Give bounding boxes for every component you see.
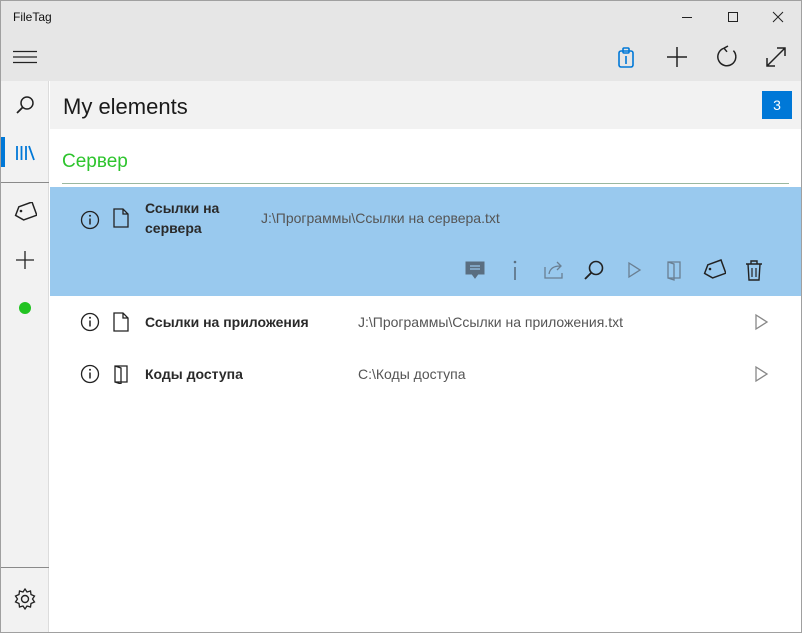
clipboard-button[interactable] bbox=[602, 33, 650, 81]
details-button[interactable] bbox=[502, 257, 528, 283]
info-icon[interactable] bbox=[80, 210, 100, 230]
search-icon bbox=[16, 96, 34, 114]
group-title: Сервер bbox=[62, 151, 128, 172]
menu-button[interactable] bbox=[1, 33, 49, 81]
refresh-button[interactable] bbox=[703, 33, 751, 81]
search-icon bbox=[584, 260, 604, 280]
top-toolbar bbox=[1, 33, 801, 81]
info-icon[interactable] bbox=[80, 312, 100, 332]
app-window: FileTag My elements 3 Сервер Ссылки на с… bbox=[0, 0, 802, 633]
sidebar-item-status[interactable] bbox=[1, 284, 49, 332]
tag-icon bbox=[703, 259, 726, 279]
item-name: Ссылки на сервера bbox=[145, 198, 219, 238]
play-icon[interactable] bbox=[751, 312, 771, 332]
status-dot bbox=[19, 302, 31, 314]
hamburger-icon bbox=[13, 50, 37, 64]
minimize-icon bbox=[682, 17, 692, 18]
item-name-line: сервера bbox=[145, 220, 202, 236]
close-icon bbox=[772, 11, 784, 23]
search-button[interactable] bbox=[581, 257, 607, 283]
maximize-button[interactable] bbox=[710, 1, 756, 33]
close-button[interactable] bbox=[755, 1, 801, 33]
open-folder-button[interactable] bbox=[661, 257, 687, 283]
list-item[interactable]: Коды доступа C:\Коды доступа bbox=[50, 348, 801, 400]
play-button[interactable] bbox=[621, 257, 647, 283]
sidebar-divider bbox=[1, 567, 49, 568]
title-bar: FileTag bbox=[1, 1, 801, 33]
sidebar-item-tags[interactable] bbox=[1, 188, 49, 236]
gear-icon bbox=[14, 587, 36, 611]
trash-icon bbox=[746, 260, 762, 281]
play-icon[interactable] bbox=[751, 364, 771, 384]
plus-icon bbox=[16, 251, 34, 269]
delete-button[interactable] bbox=[741, 257, 767, 283]
item-name-line: Ссылки на bbox=[145, 200, 220, 216]
comment-icon bbox=[465, 261, 485, 279]
refresh-icon bbox=[717, 45, 737, 67]
expand-icon bbox=[766, 47, 786, 67]
item-name: Коды доступа bbox=[145, 366, 243, 382]
count-badge: 3 bbox=[762, 91, 792, 119]
sidebar-divider bbox=[1, 182, 49, 183]
sidebar-item-library[interactable] bbox=[1, 129, 49, 177]
info-icon[interactable] bbox=[80, 364, 100, 384]
fullscreen-button[interactable] bbox=[752, 33, 800, 81]
sidebar-item-settings[interactable] bbox=[1, 575, 49, 623]
share-icon bbox=[544, 261, 563, 279]
info-icon bbox=[513, 260, 517, 280]
file-icon bbox=[113, 312, 129, 332]
plus-icon bbox=[667, 47, 687, 67]
add-button[interactable] bbox=[653, 33, 701, 81]
file-icon bbox=[113, 208, 129, 228]
sidebar bbox=[1, 81, 49, 632]
list-item[interactable]: Ссылки на сервера J:\Программы\Ссылки на… bbox=[50, 187, 801, 296]
tag-icon bbox=[14, 202, 37, 221]
comment-button[interactable] bbox=[462, 257, 488, 283]
sidebar-item-add[interactable] bbox=[1, 236, 49, 284]
minimize-button[interactable] bbox=[664, 1, 710, 33]
items-list: Ссылки на сервера J:\Программы\Ссылки на… bbox=[50, 187, 801, 400]
clipboard-icon bbox=[618, 47, 634, 68]
item-name: Ссылки на приложения bbox=[145, 314, 309, 330]
item-path: J:\Программы\Ссылки на приложения.txt bbox=[358, 314, 623, 330]
folder-open-icon bbox=[667, 261, 681, 281]
content-header: My elements 3 bbox=[50, 81, 801, 129]
app-title: FileTag bbox=[13, 10, 52, 24]
folder-icon bbox=[114, 365, 128, 384]
play-icon bbox=[628, 261, 642, 279]
library-icon bbox=[16, 145, 35, 161]
share-button[interactable] bbox=[541, 257, 567, 283]
group-divider bbox=[62, 183, 789, 184]
maximize-icon bbox=[728, 12, 738, 22]
list-item[interactable]: Ссылки на приложения J:\Программы\Ссылки… bbox=[50, 296, 801, 348]
sidebar-item-search[interactable] bbox=[1, 81, 49, 129]
page-title: My elements bbox=[63, 94, 188, 119]
item-path: C:\Коды доступа bbox=[358, 366, 466, 382]
item-path: J:\Программы\Ссылки на сервера.txt bbox=[261, 210, 500, 226]
tag-button[interactable] bbox=[701, 257, 727, 283]
